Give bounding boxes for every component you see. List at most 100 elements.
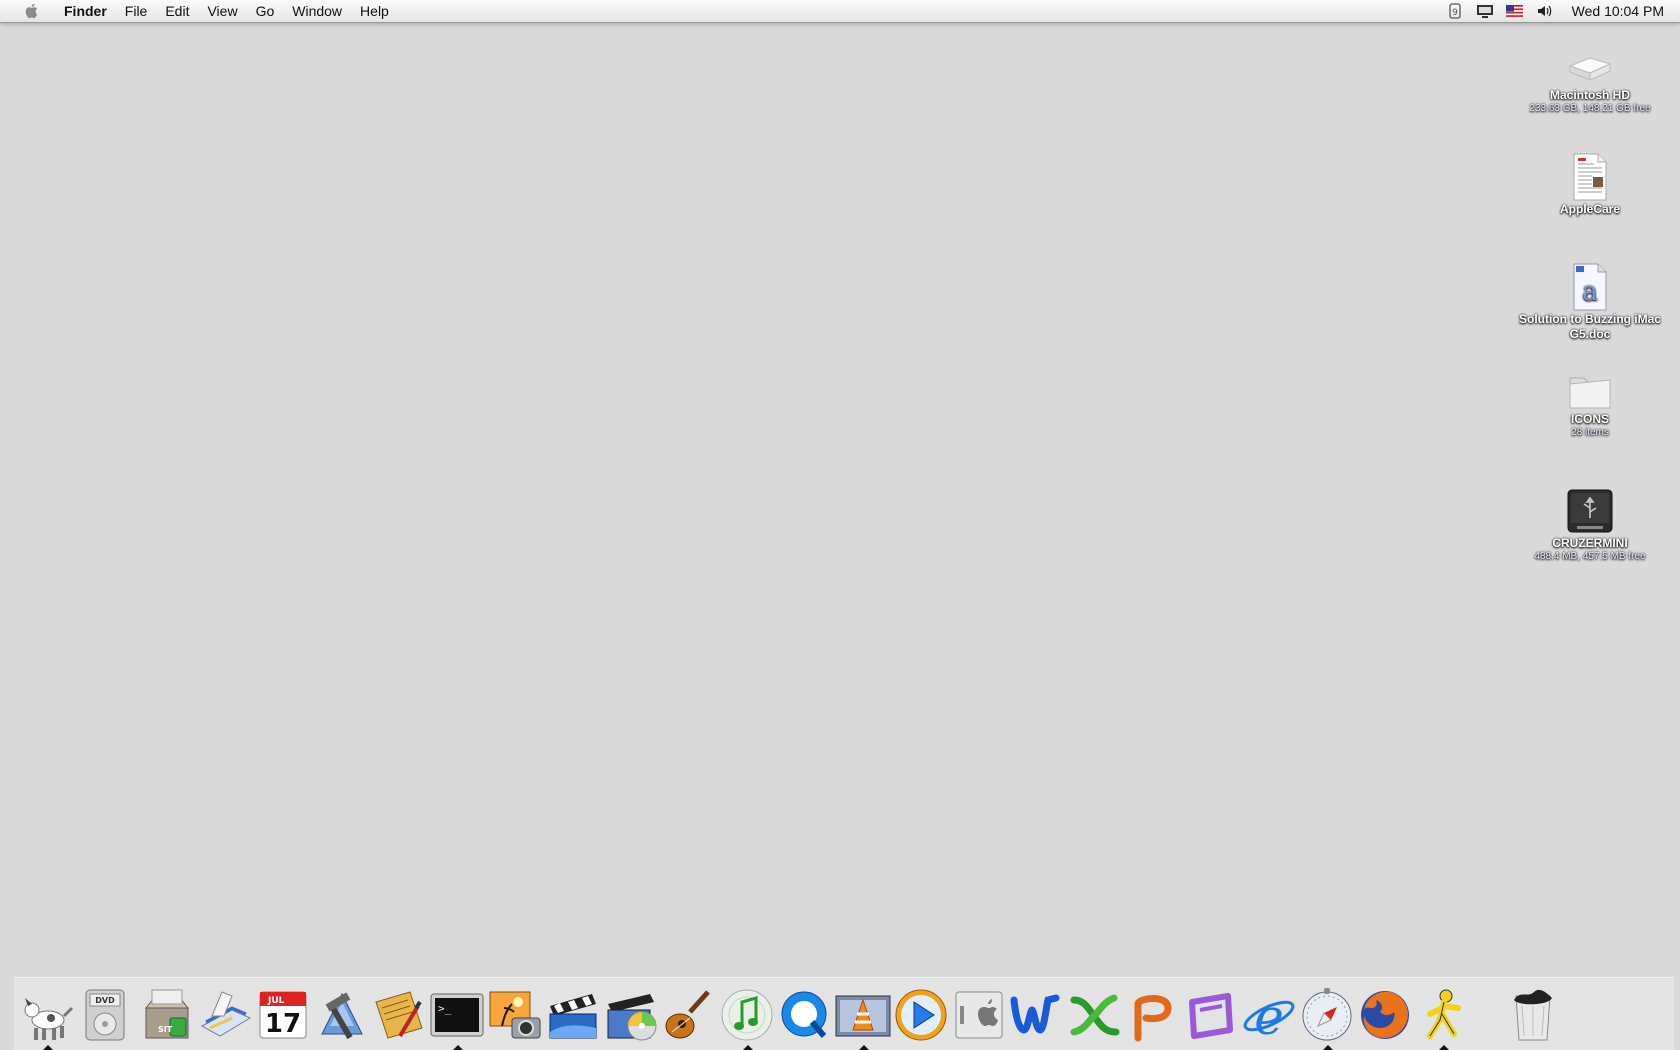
itunes-icon (721, 989, 773, 1041)
hard-drive-icon (1568, 57, 1612, 81)
stuffit-icon: SIT (144, 989, 190, 1039)
dock-app-word[interactable] (1008, 986, 1066, 1044)
menu-clock[interactable]: Wed 10:04 PM (1560, 3, 1680, 19)
menu-help[interactable]: Help (351, 0, 398, 22)
desktop-item-applecare[interactable]: AppleCare (1515, 152, 1665, 217)
desktop-item-label: ICONS (1570, 412, 1609, 426)
script-editor-icon (375, 991, 423, 1039)
script-menu-icon[interactable]: 9 (1445, 3, 1465, 19)
word-document-icon: a (1573, 263, 1607, 311)
dvd-player-icon: DVD (85, 989, 125, 1041)
dock-app-excel[interactable] (1066, 986, 1124, 1044)
dock-app-idvd[interactable] (602, 986, 660, 1044)
desktop-item-label: AppleCare (1559, 202, 1621, 216)
powerpoint-icon (1134, 995, 1172, 1042)
dock-app-system-preferences[interactable] (950, 986, 1008, 1044)
dvd-label: DVD (95, 996, 115, 1005)
menu-go[interactable]: Go (247, 0, 284, 22)
svg-text:9: 9 (1452, 8, 1458, 18)
dock-app-dog[interactable] (18, 986, 76, 1050)
scanner-icon (200, 991, 252, 1037)
volume-menu-icon[interactable] (1535, 3, 1555, 19)
desktop-item-cruzermini[interactable]: CRUZERMINI 488.4 MB, 457.5 MB free (1515, 486, 1665, 563)
menu-view[interactable]: View (198, 0, 246, 22)
menu-edit[interactable]: Edit (156, 0, 198, 22)
menu-bar: Finder File Edit View Go Window Help 9 W… (0, 0, 1680, 23)
dock-app-vlc[interactable] (834, 986, 892, 1050)
dock-app-stuffit[interactable]: SIT (138, 986, 196, 1044)
dock-trash[interactable] (1504, 986, 1562, 1044)
dock-app-script-editor[interactable] (370, 986, 428, 1044)
usb-drive-icon (1567, 489, 1613, 533)
desktop-item-info: 488.4 MB, 457.5 MB free (1534, 551, 1646, 562)
dock-app-firefox[interactable] (1356, 986, 1414, 1044)
document-icon (1573, 153, 1607, 201)
excel-icon (1070, 994, 1120, 1036)
dock-app-dvd-player[interactable]: DVD (76, 986, 134, 1044)
running-indicator (1323, 1045, 1333, 1050)
word-icon (1010, 994, 1060, 1034)
ical-month: JUL (267, 996, 285, 1006)
dock-app-internet-explorer[interactable]: e (1240, 986, 1298, 1044)
stuffit-label: SIT (158, 1025, 173, 1034)
menu-extras: 9 Wed 10:04 PM (1440, 0, 1680, 22)
dock-app-imovie[interactable] (544, 986, 602, 1044)
internet-explorer-icon: e (1243, 988, 1295, 1044)
running-indicator (43, 1045, 53, 1050)
display-menu-icon[interactable] (1475, 3, 1495, 19)
desktop-item-info: 28 items (1571, 427, 1609, 438)
ical-day: 17 (265, 1009, 301, 1039)
svg-text:e: e (1254, 988, 1284, 1044)
entourage-icon (1189, 993, 1233, 1039)
dock-app-xcode[interactable] (312, 986, 370, 1044)
ical-icon: JUL 17 (259, 991, 307, 1039)
menu-window[interactable]: Window (283, 0, 351, 22)
garageband-icon (665, 990, 710, 1039)
dock-app-entourage[interactable] (1182, 986, 1240, 1044)
running-indicator (453, 1045, 463, 1050)
system-preferences-icon (955, 991, 1003, 1039)
svg-text:a: a (1582, 277, 1598, 307)
desktop-item-label: Macintosh HD (1549, 88, 1630, 102)
trash-icon (1514, 989, 1552, 1041)
desktop-item-label: CRUZERMINI (1552, 536, 1628, 550)
safari-icon (1302, 988, 1352, 1041)
menu-file[interactable]: File (116, 0, 157, 22)
idvd-icon (607, 994, 657, 1041)
running-indicator (743, 1045, 753, 1050)
dock-app-itunes[interactable] (718, 986, 776, 1050)
xcode-icon (321, 992, 363, 1040)
desktop-item-label: Solution to Buzzing iMac G5.doc (1519, 312, 1661, 341)
dock-app-aim[interactable] (1414, 986, 1472, 1050)
dock-app-terminal[interactable]: >_ (428, 986, 486, 1050)
firefox-icon (1361, 991, 1409, 1039)
vlc-icon (835, 995, 891, 1037)
us-flag-input-menu-icon[interactable] (1505, 3, 1525, 19)
folder-icon (1569, 377, 1611, 409)
dock-app-quicktime[interactable] (776, 986, 834, 1044)
dock-app-media-player[interactable] (892, 986, 950, 1044)
terminal-prompt: >_ (438, 1002, 452, 1015)
dock-app-garageband[interactable] (660, 986, 718, 1044)
dog-app-icon (24, 998, 74, 1040)
dock-app-ical[interactable]: JUL 17 (254, 986, 312, 1044)
aim-icon (1427, 989, 1461, 1039)
quicktime-icon (781, 991, 827, 1038)
dock: DVD SIT JUL 17 >_ e (14, 977, 1674, 1050)
iphoto-icon (489, 991, 541, 1039)
menu-app-finder[interactable]: Finder (62, 0, 116, 22)
dock-app-safari[interactable] (1298, 986, 1356, 1050)
running-indicator (1439, 1045, 1449, 1050)
media-player-icon (895, 989, 947, 1041)
dock-app-powerpoint[interactable] (1124, 986, 1182, 1044)
running-indicator (859, 1045, 869, 1050)
imovie-icon (549, 994, 597, 1039)
desktop-item-info: 233.63 GB, 148.21 GB free (1529, 103, 1651, 114)
dock-app-scanner[interactable] (196, 986, 254, 1044)
dock-app-iphoto[interactable] (486, 986, 544, 1044)
apple-menu-icon[interactable] (24, 3, 38, 19)
desktop-item-solution-doc[interactable]: a Solution to Buzzing iMac G5.doc (1515, 262, 1665, 342)
terminal-icon: >_ (430, 993, 484, 1037)
desktop-item-icons-folder[interactable]: ICONS 28 items (1515, 370, 1665, 439)
desktop-item-macintosh-hd[interactable]: Macintosh HD 233.63 GB, 148.21 GB free (1515, 48, 1665, 115)
